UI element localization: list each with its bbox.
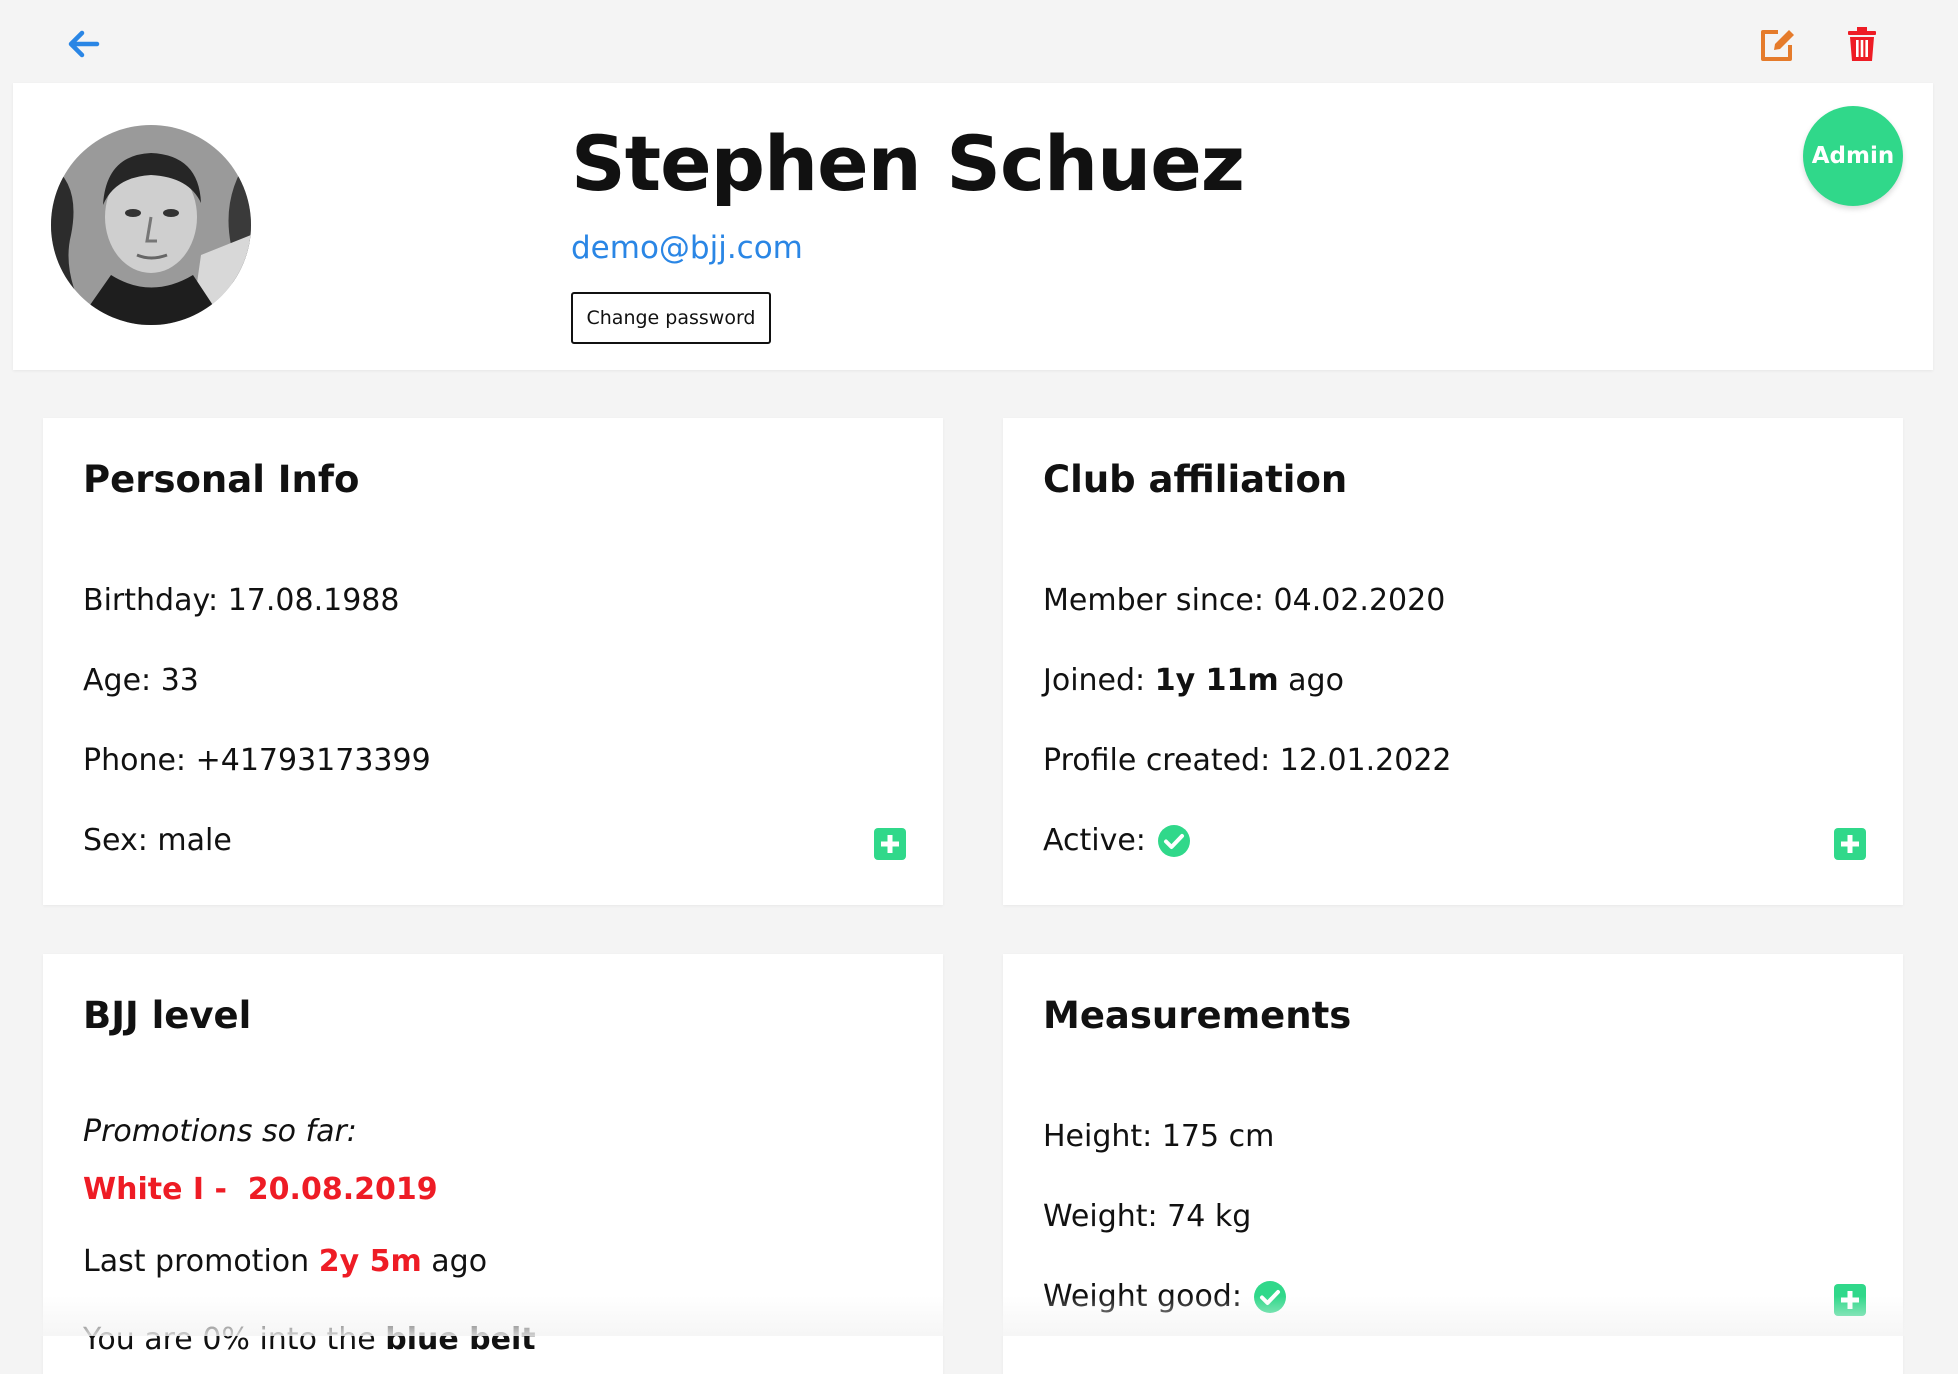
last-promotion-value: 2y 5m [318,1244,422,1279]
sex-label: Sex: [83,823,148,858]
check-circle-icon [1253,1280,1286,1313]
joined-suffix: ago [1288,663,1344,698]
club-affiliation-card: Club affiliation Member since: 04.02.202… [1003,418,1903,905]
next-belt: blue belt [385,1322,536,1357]
trash-icon [1848,27,1876,61]
last-promotion-row: Last promotion 2y 5m ago [83,1244,487,1279]
age-value: 33 [160,663,199,698]
club-affiliation-title: Club affiliation [1043,458,1348,501]
admin-role-badge: Admin [1803,106,1903,206]
profile-name: Stephen Schuez [571,119,1245,208]
phone-row: Phone: +41793173399 [83,743,431,778]
height-row: Height: 175 cm [1043,1119,1274,1154]
active-label: Active: [1043,823,1146,858]
belt-progress-row: You are 0% into the blue belt [83,1322,536,1357]
active-row: Active: [1043,823,1190,858]
joined-value: 1y 11m [1154,663,1279,698]
member-since-value: 04.02.2020 [1273,583,1446,618]
profile-header-card: Stephen Schuez demo@bjj.com Change passw… [13,83,1933,370]
weight-label: Weight: [1043,1199,1158,1234]
delete-button[interactable] [1842,22,1882,66]
profile-created-value: 12.01.2022 [1279,743,1452,778]
edit-button[interactable] [1756,22,1800,66]
last-promotion-label: Last promotion [83,1244,310,1279]
member-since-row: Member since: 04.02.2020 [1043,583,1445,618]
profile-created-label: Profile created: [1043,743,1271,778]
progress-prefix: You are [83,1322,193,1357]
add-club-affiliation-icon[interactable] [1834,828,1866,860]
promotion-entry: White I - 20.08.2019 [83,1172,438,1207]
joined-label: Joined: [1043,663,1146,698]
personal-info-title: Personal Info [83,458,360,501]
arrow-left-icon [68,30,100,58]
bjj-level-title: BJJ level [83,994,252,1037]
back-button[interactable] [62,24,106,64]
profile-email-link[interactable]: demo@bjj.com [571,230,803,266]
member-since-label: Member since: [1043,583,1264,618]
height-label: Height: [1043,1119,1153,1154]
birthday-row: Birthday: 17.08.1988 [83,583,399,618]
weight-value: 74 kg [1167,1199,1252,1234]
bjj-level-card: BJJ level Promotions so far: White I - 2… [43,954,943,1374]
phone-label: Phone: [83,743,187,778]
change-password-button[interactable]: Change password [571,292,771,344]
birthday-value: 17.08.1988 [227,583,400,618]
add-personal-info-icon[interactable] [874,828,906,860]
avatar [51,125,251,325]
progress-middle: into the [259,1322,376,1357]
phone-value: +41793173399 [195,743,431,778]
personal-info-card: Personal Info Birthday: 17.08.1988 Age: … [43,418,943,905]
last-promotion-suffix: ago [431,1244,488,1279]
add-measurement-icon[interactable] [1834,1284,1866,1316]
height-value: 175 cm [1161,1119,1275,1154]
age-row: Age: 33 [83,663,199,698]
check-circle-icon [1157,824,1190,857]
measurements-card: Measurements Height: 175 cm Weight: 74 k… [1003,954,1903,1374]
weight-row: Weight: 74 kg [1043,1199,1251,1234]
profile-created-row: Profile created: 12.01.2022 [1043,743,1452,778]
birthday-label: Birthday: [83,583,219,618]
weight-good-row: Weight good: [1043,1279,1286,1314]
weight-good-label: Weight good: [1043,1279,1242,1314]
progress-percent: 0% [202,1322,250,1357]
sex-value: male [157,823,232,858]
promotions-label: Promotions so far: [83,1114,357,1149]
edit-icon [1761,30,1794,61]
age-label: Age: [83,663,152,698]
measurements-title: Measurements [1043,994,1352,1037]
joined-row: Joined: 1y 11m ago [1043,663,1344,698]
sex-row: Sex: male [83,823,232,858]
